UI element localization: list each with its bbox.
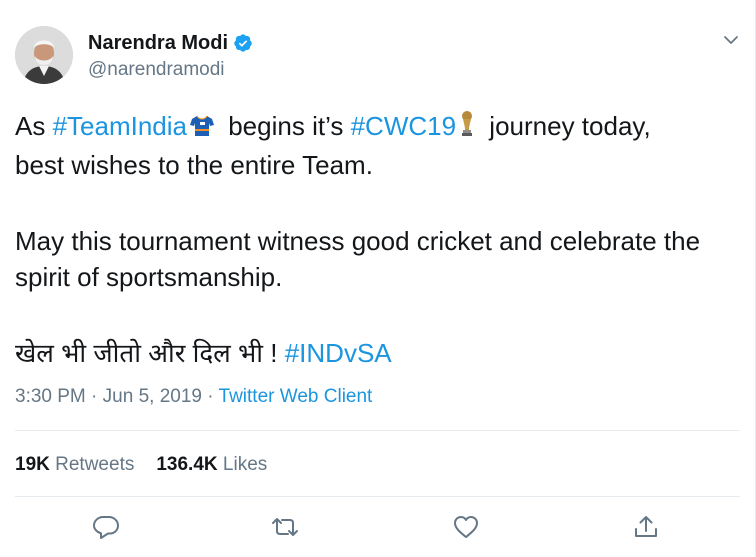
jersey-emoji-icon [189, 111, 215, 147]
tweet-time[interactable]: 3:30 PM [15, 386, 86, 407]
text-segment: begins it’s [221, 111, 351, 141]
tweet-text: As #TeamIndia begins it’s #CWC19 journey… [15, 108, 740, 371]
separator: · [85, 386, 103, 407]
retweet-icon[interactable] [268, 510, 302, 544]
likes-stat[interactable]: 136.4K Likes [156, 454, 267, 476]
hashtag-indvsa[interactable]: #INDvSA [285, 338, 392, 368]
tweet-line-1: As #TeamIndia begins it’s #CWC19 journey… [15, 108, 740, 147]
tweet-paragraph-2: May this tournament witness good cricket… [15, 226, 701, 292]
avatar[interactable] [15, 26, 73, 84]
chevron-down-icon[interactable] [721, 32, 741, 48]
trophy-emoji-icon [458, 110, 476, 147]
handle[interactable]: @narendramodi [88, 59, 253, 81]
text-segment: As [15, 111, 53, 141]
retweets-count: 19K [15, 454, 50, 475]
text-segment: journey today, [482, 111, 651, 141]
divider [15, 430, 740, 431]
tweet-line-3: खेल भी जीतो और दिल भी ! #INDvSA [15, 335, 740, 371]
reply-icon[interactable] [89, 510, 123, 544]
client-link[interactable]: Twitter Web Client [219, 386, 373, 407]
separator: · [201, 386, 219, 407]
tweet-date[interactable]: Jun 5, 2019 [103, 386, 202, 407]
verified-badge-icon [233, 33, 253, 53]
like-icon[interactable] [449, 510, 483, 544]
display-name[interactable]: Narendra Modi [88, 32, 228, 55]
tweet-line-2: best wishes to the entire Team. [15, 150, 373, 180]
tweet-header: Narendra Modi @narendramodi [15, 26, 253, 92]
likes-count: 136.4K [156, 454, 218, 475]
hashtag-cwc19[interactable]: #CWC19 [351, 111, 456, 141]
tweet-card: Narendra Modi @narendramodi As #TeamIndi… [0, 0, 756, 557]
tweet-meta: 3:30 PM · Jun 5, 2019 · Twitter Web Clie… [15, 386, 372, 408]
tweet-actions [0, 510, 756, 544]
divider [15, 496, 740, 497]
retweets-stat[interactable]: 19K Retweets [15, 454, 134, 476]
tweet-stats: 19K Retweets 136.4K Likes [15, 454, 267, 476]
hindi-text: खेल भी जीतो और दिल भी ! [15, 338, 285, 368]
hashtag-teamindia[interactable]: #TeamIndia [53, 111, 187, 141]
likes-label: Likes [222, 454, 268, 475]
author-names: Narendra Modi @narendramodi [88, 28, 253, 81]
retweets-label: Retweets [55, 454, 135, 475]
share-icon[interactable] [629, 510, 663, 544]
